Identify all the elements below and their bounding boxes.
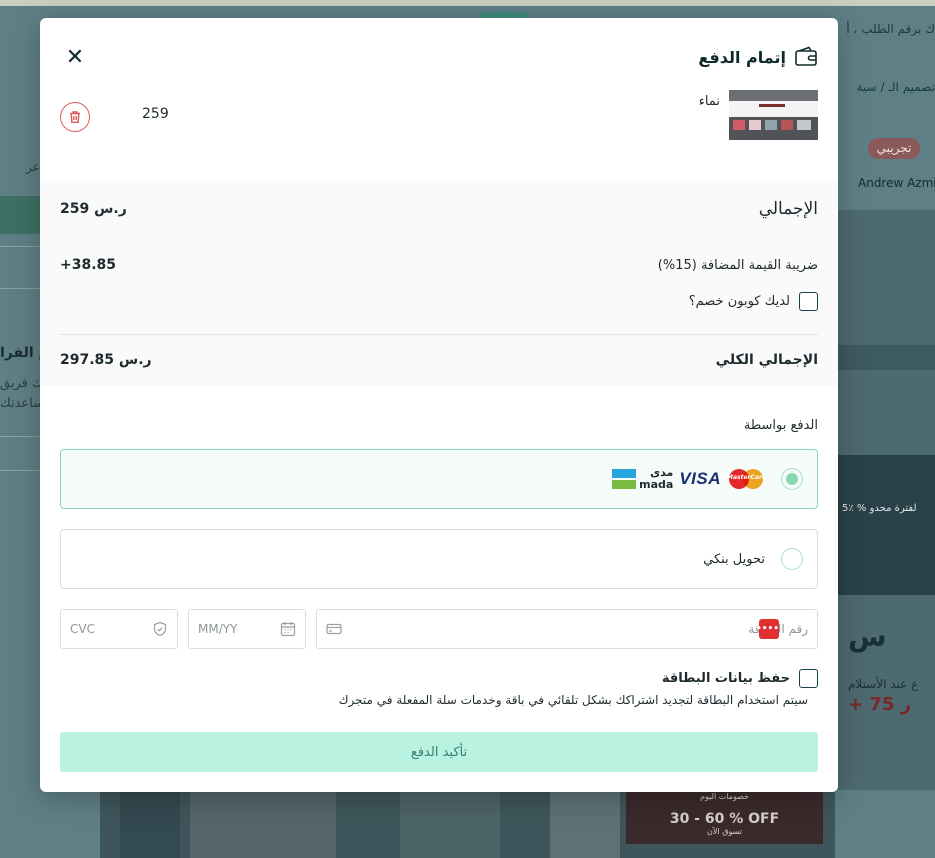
currency-hint: س [848, 620, 887, 653]
close-icon[interactable]: ✕ [60, 42, 90, 72]
payment-option-bank[interactable]: تحويل بنكي [60, 529, 818, 589]
save-card-label: حفظ بيانات البطاقة [661, 671, 790, 686]
mada-logo: مدى mada [612, 467, 673, 491]
card-number-field[interactable]: رقم البطاقة [316, 609, 818, 649]
promo-text: 5٪ % لفترة محدو [842, 503, 917, 514]
product-price: 259 [142, 106, 169, 122]
subtotal-row: الإجمالي 259 ر.س [60, 196, 818, 222]
divider [0, 246, 40, 247]
subtotal-value: 259 ر.س [60, 201, 127, 217]
save-card-note: سيتم استخدام البطاقة لتجديد اشتراكك بشكل… [338, 693, 808, 707]
offer-banner[interactable]: خصومات اليوم 30 - 60 % OFF تسوق الآن [626, 792, 823, 844]
card-brand-badge: •••• [756, 619, 779, 639]
divider [0, 470, 40, 471]
expiry-field[interactable]: MM/YY [188, 609, 306, 649]
payment-heading: الدفع بواسطة [743, 418, 818, 433]
promo-image [838, 455, 935, 595]
card-radio[interactable] [781, 468, 803, 490]
grand-total-row: الإجمالي الكلي 297.85 ر.س [60, 349, 818, 371]
grand-total-label: الإجمالي الكلي [715, 352, 818, 368]
preview-thumb[interactable] [190, 792, 336, 858]
cart-item: نماء 259 [60, 90, 818, 142]
bank-radio[interactable] [781, 548, 803, 570]
section-text: ساعدتك [0, 396, 45, 411]
save-card-toggle[interactable]: حفظ بيانات البطاقة [662, 669, 818, 688]
breadcrumb[interactable]: تصميم الـ / سية [857, 80, 935, 100]
price-hint: + 75 ر [848, 694, 912, 715]
mada-text: مدى mada [639, 467, 673, 491]
shield-check-icon [152, 621, 168, 637]
preview-thumb[interactable] [550, 792, 620, 858]
grand-total-value: 297.85 ر.س [60, 352, 152, 368]
mastercard-logo: MasterCard [727, 468, 767, 490]
calendar-icon [280, 621, 296, 637]
visa-logo: VISA [679, 469, 721, 488]
summary-divider [60, 334, 818, 335]
product-thumbnail [729, 90, 818, 140]
credit-card-icon [326, 621, 342, 637]
delete-item-button[interactable] [60, 102, 90, 132]
mastercard-text: MasterCard [727, 474, 767, 481]
confirm-payment-button[interactable]: تأكيد الدفع [60, 732, 818, 772]
left-green-bar[interactable] [0, 196, 40, 234]
payment-modal: إتمام الدفع ✕ نماء 259 الإجمالي 259 ر.س … [40, 18, 838, 792]
coupon-toggle[interactable]: لديك كوبون خصم؟ [689, 292, 818, 311]
modal-title: إتمام الدفع [698, 47, 786, 67]
mada-bars [612, 469, 637, 489]
top-bar [0, 0, 935, 6]
cvc-field[interactable]: CVC [60, 609, 178, 649]
section-text: ك فريق [0, 376, 43, 391]
offer-big-text: 30 - 60 % OFF [669, 811, 780, 827]
offer-small-text: خصومات اليوم [700, 792, 749, 801]
trash-icon [68, 110, 82, 124]
offer-sub-text: تسوق الآن [707, 827, 742, 836]
preview-thumb[interactable] [400, 792, 500, 858]
trial-badge: تجريبي [868, 138, 920, 159]
coupon-checkbox[interactable] [799, 292, 818, 311]
save-card-checkbox[interactable] [799, 669, 818, 688]
cod-text: ع عند الأستلام [848, 677, 919, 691]
order-search-hint: ك برقم الطلب ، أ [846, 22, 935, 36]
author-name: Andrew Azmi [858, 176, 935, 190]
vat-value: +38.85 [60, 257, 117, 273]
payment-option-card[interactable]: MasterCard VISA مدى mada [60, 449, 818, 509]
preview-thumb[interactable] [120, 792, 180, 858]
card-logos: MasterCard VISA مدى mada [612, 467, 767, 491]
cvc-placeholder: CVC [70, 622, 95, 636]
bank-transfer-label: تحويل بنكي [703, 551, 765, 567]
mada-en: mada [639, 478, 674, 491]
subtotal-label: الإجمالي [758, 199, 818, 219]
product-name: نماء [698, 94, 720, 109]
divider [0, 436, 40, 437]
vat-label: ضريبة القيمة المضافة (15%) [657, 257, 818, 273]
left-label: عر [26, 160, 40, 174]
modal-title-wrap: إتمام الدفع [698, 45, 818, 69]
vat-row: ضريبة القيمة المضافة (15%) +38.85 [60, 255, 818, 275]
right-panel-band [838, 345, 935, 370]
divider [0, 288, 40, 289]
wallet-icon [794, 45, 818, 69]
coupon-label: لديك كوبون خصم؟ [688, 294, 790, 309]
expiry-placeholder: MM/YY [198, 622, 238, 636]
radio-dot [786, 473, 798, 485]
modal-header: إتمام الدفع ✕ [60, 42, 818, 72]
